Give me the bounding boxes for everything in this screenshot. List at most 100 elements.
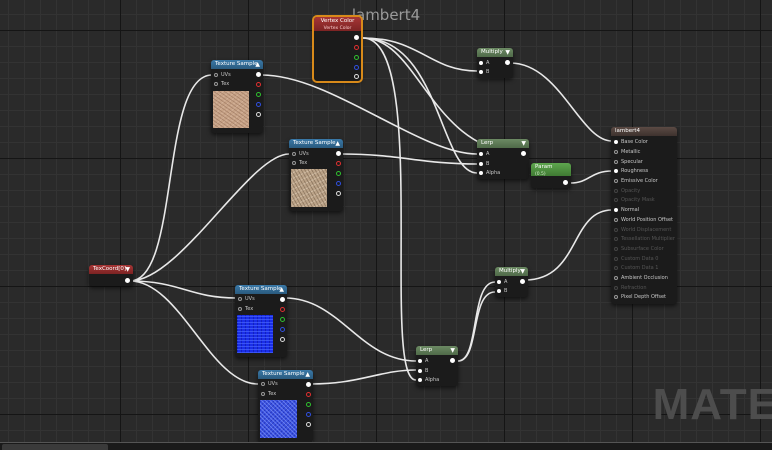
node-header: Vertex Color Vertex Color (314, 17, 361, 31)
input-pin-b[interactable]: B (479, 69, 489, 75)
lerp-node-2[interactable]: Lerp ▼ A B Alpha (416, 346, 458, 386)
output-pin-g[interactable] (354, 55, 359, 60)
wire (457, 291, 496, 362)
output-pin-r[interactable] (280, 307, 285, 312)
multiply-node-2[interactable]: Multiply ▼ A B (495, 267, 528, 297)
input-pin-emissive-color[interactable]: Emissive Color (614, 178, 658, 184)
input-pin-opacity: Opacity (614, 188, 640, 194)
output-pin[interactable] (563, 180, 568, 185)
collapse-arrow-icon[interactable]: ▲ (335, 139, 340, 148)
node-title: Param (535, 164, 553, 170)
texcoord-node[interactable]: TexCoord[0] ▼ (89, 265, 133, 286)
collapse-arrow-icon[interactable]: ▲ (255, 60, 260, 69)
wire (362, 37, 478, 72)
texture-sample-node-2[interactable]: Texture Sample ▲ UVs Tex (289, 139, 343, 211)
input-pin-specular[interactable]: Specular (614, 159, 643, 165)
output-pin-a[interactable] (280, 337, 285, 342)
output-pin-b[interactable] (354, 65, 359, 70)
input-pin-base-color[interactable]: Base Color (614, 139, 648, 145)
collapse-arrow-icon[interactable]: ▼ (505, 48, 510, 57)
vertex-color-node[interactable]: Vertex Color Vertex Color (312, 15, 363, 83)
output-pin-r[interactable] (336, 161, 341, 166)
output-pin-rgb[interactable] (306, 382, 311, 387)
collapse-arrow-icon[interactable]: ▼ (125, 265, 130, 274)
input-pin-tex[interactable]: Tex (214, 81, 229, 87)
node-title: Vertex Color (320, 18, 355, 24)
input-pin-a[interactable]: A (479, 60, 489, 66)
input-pin-tex[interactable]: Tex (292, 160, 307, 166)
output-pin-g[interactable] (306, 402, 311, 407)
output-pin-b[interactable] (306, 412, 311, 417)
output-pin[interactable] (521, 151, 526, 156)
param-node[interactable]: Param (0.5) (531, 163, 571, 188)
wire (569, 170, 613, 184)
bottom-panel-tab[interactable] (2, 444, 108, 450)
input-pin-world-position-offset[interactable]: World Position Offset (614, 217, 673, 223)
texture-sample-node-1[interactable]: Texture Sample ▲ UVs Tex (211, 60, 263, 133)
pin-label: Custom Data 0 (621, 256, 659, 262)
input-pin-roughness[interactable]: Roughness (614, 168, 648, 174)
pin-label: World Position Offset (621, 217, 673, 223)
input-pin-a[interactable]: A (497, 279, 507, 285)
input-pin-b[interactable]: B (479, 161, 489, 167)
output-pin-a[interactable] (256, 112, 261, 117)
output-pin[interactable] (520, 279, 525, 284)
input-pin-ambient-occlusion[interactable]: Ambient Occlusion (614, 275, 668, 281)
collapse-arrow-icon[interactable]: ▼ (521, 139, 526, 148)
output-pin-a[interactable] (306, 422, 311, 427)
output-pin-g[interactable] (336, 171, 341, 176)
input-pin-normal[interactable]: Normal (614, 207, 639, 213)
input-pin-b[interactable]: B (497, 288, 507, 294)
collapse-arrow-icon[interactable]: ▲ (305, 370, 310, 379)
input-pin-pixel-depth-offset[interactable]: Pixel Depth Offset (614, 294, 666, 300)
pin-label: Emissive Color (621, 178, 658, 184)
wire (524, 209, 613, 281)
input-pin-uvs[interactable]: UVs (261, 381, 278, 387)
output-pin[interactable] (505, 60, 510, 65)
multiply-node-1[interactable]: Multiply ▼ A B (477, 48, 513, 78)
input-pin-tex[interactable]: Tex (261, 391, 276, 397)
output-pin-r[interactable] (256, 82, 261, 87)
texture-sample-node-4[interactable]: Texture Sample ▲ UVs Tex (258, 370, 313, 442)
output-pin-rgb[interactable] (354, 35, 359, 40)
texture-preview-image (291, 169, 327, 207)
pin-label: A (486, 60, 490, 66)
input-pin-a[interactable]: A (418, 358, 428, 364)
output-pin[interactable] (450, 358, 455, 363)
input-pin-alpha[interactable]: Alpha (418, 377, 439, 383)
pin-label: Ambient Occlusion (621, 275, 668, 281)
input-pin-b[interactable]: B (418, 368, 428, 374)
input-pin-uvs[interactable]: UVs (238, 296, 255, 302)
input-pin-tex[interactable]: Tex (238, 306, 253, 312)
output-pin-a[interactable] (336, 191, 341, 196)
input-pin-alpha[interactable]: Alpha (479, 170, 500, 176)
input-pin-metallic[interactable]: Metallic (614, 149, 640, 155)
output-pin-b[interactable] (280, 327, 285, 332)
pin-label: Custom Data 1 (621, 265, 659, 271)
wire (310, 369, 417, 385)
pin-label: Subsurface Color (621, 246, 664, 252)
output-pin-r[interactable] (354, 45, 359, 50)
output-pin-rgb[interactable] (280, 297, 285, 302)
output-pin-r[interactable] (306, 392, 311, 397)
pin-label: A (504, 279, 508, 285)
output-pin-b[interactable] (336, 181, 341, 186)
output-pin-g[interactable] (256, 92, 261, 97)
output-pin-b[interactable] (256, 102, 261, 107)
output-pin-a[interactable] (354, 74, 359, 79)
lerp-node-1[interactable]: Lerp ▼ A B Alpha (477, 139, 529, 179)
collapse-arrow-icon[interactable]: ▼ (450, 346, 455, 355)
output-pin-g[interactable] (280, 317, 285, 322)
collapse-arrow-icon[interactable]: ▲ (279, 285, 284, 294)
input-pin-uvs[interactable]: UVs (292, 151, 309, 157)
output-pin-rgb[interactable] (336, 151, 341, 156)
output-pin-rgb[interactable] (256, 72, 261, 77)
material-result-node[interactable]: lambert4 Base Color Metallic Specular Ro… (611, 127, 677, 304)
pin-label: Alpha (486, 170, 501, 176)
input-pin-a[interactable]: A (479, 151, 489, 157)
pin-label: Base Color (621, 139, 648, 145)
texture-sample-node-3[interactable]: Texture Sample ▲ UVs Tex (235, 285, 287, 357)
output-pin[interactable] (125, 278, 130, 283)
collapse-arrow-icon[interactable]: ▼ (520, 267, 525, 276)
input-pin-uvs[interactable]: UVs (214, 72, 231, 78)
